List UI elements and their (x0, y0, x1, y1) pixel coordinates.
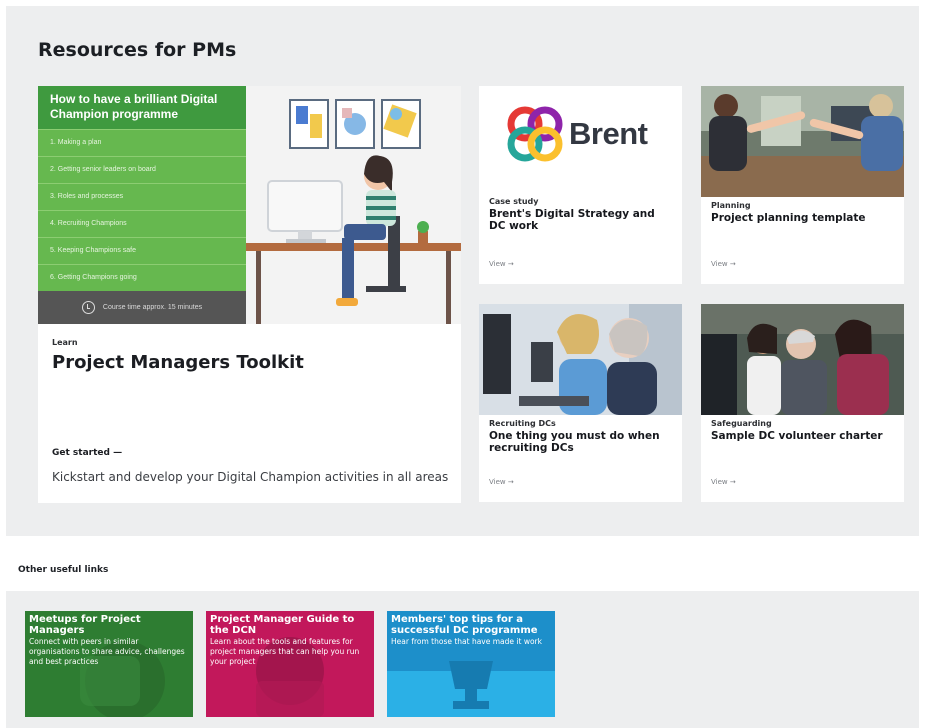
card-title[interactable]: Sample DC volunteer charter (711, 430, 894, 442)
course-item: 1. Making a plan (38, 129, 246, 156)
course-item: 4. Recruiting Champions (38, 210, 246, 237)
toolkit-image: How to have a brilliant Digital Champion… (38, 86, 461, 324)
toolkit-title[interactable]: Project Managers Toolkit (52, 352, 452, 373)
course-title: How to have a brilliant Digital Champion… (38, 86, 246, 129)
tile-body: Meetups for Project Managers Connect wit… (29, 614, 189, 667)
card-category: Recruiting DCs (489, 419, 556, 428)
card-body: Recruiting DCs One thing you must do whe… (479, 419, 682, 454)
tile-body: Members' top tips for a successful DC pr… (391, 614, 551, 647)
photo-people-fist-bump (701, 86, 904, 197)
course-time-bar: Course time approx. 15 minutes (38, 291, 246, 324)
view-link[interactable]: View → (489, 478, 514, 486)
card-category: Learn (52, 338, 78, 347)
brent-logo: Brent (479, 86, 682, 197)
toolkit-card[interactable]: How to have a brilliant Digital Champion… (38, 86, 461, 503)
view-link[interactable]: View → (711, 260, 736, 268)
view-link[interactable]: View → (489, 260, 514, 268)
resource-card-planning[interactable]: Planning Project planning template View … (701, 86, 904, 284)
card-category: Case study (489, 197, 539, 206)
illustration-woman-at-desk (246, 86, 461, 324)
course-item: 3. Roles and processes (38, 183, 246, 210)
course-item: 5. Keeping Champions safe (38, 237, 246, 264)
card-title[interactable]: One thing you must do when recruiting DC… (489, 430, 672, 454)
tile-description: Connect with peers in similar organisati… (29, 637, 185, 666)
tile-title: Members' top tips for a successful DC pr… (391, 614, 538, 636)
card-body: Case study Brent's Digital Strategy and … (479, 197, 682, 232)
course-item: 6. Getting Champions going (38, 264, 246, 291)
toolkit-description: Kickstart and develop your Digital Champ… (52, 470, 449, 484)
photo-group-at-computer (701, 304, 904, 415)
tile-body: Project Manager Guide to the DCN Learn a… (210, 614, 370, 667)
tile-description: Hear from those that have made it work (391, 637, 542, 646)
section-title: Resources for PMs (38, 39, 237, 61)
card-title[interactable]: Project planning template (711, 212, 894, 224)
tile-description: Learn about the tools and features for p… (210, 637, 360, 666)
tile-title: Meetups for Project Managers (29, 614, 141, 636)
card-title[interactable]: Brent's Digital Strategy and DC work (489, 208, 672, 232)
link-tile-meetups[interactable]: Meetups for Project Managers Connect wit… (25, 611, 193, 717)
resource-card-brent[interactable]: Brent Case study Brent's Digital Strateg… (479, 86, 682, 284)
get-started-link[interactable]: Get started — (52, 448, 122, 458)
photo-women-at-computer (479, 304, 682, 415)
card-category: Safeguarding (711, 419, 772, 428)
resource-card-safeguarding[interactable]: Safeguarding Sample DC volunteer charter… (701, 304, 904, 502)
link-tile-top-tips[interactable]: Members' top tips for a successful DC pr… (387, 611, 555, 717)
course-item: 2. Getting senior leaders on board (38, 156, 246, 183)
resource-card-recruiting[interactable]: Recruiting DCs One thing you must do whe… (479, 304, 682, 502)
card-category: Planning (711, 201, 751, 210)
resources-panel: Resources for PMs How to have a brillian… (6, 6, 919, 536)
brent-logo-mark (507, 106, 563, 162)
other-links-heading: Other useful links (18, 565, 109, 575)
view-link[interactable]: View → (711, 478, 736, 486)
tile-title: Project Manager Guide to the DCN (210, 614, 355, 636)
brent-logo-text: Brent (569, 116, 648, 151)
toolkit-text: Learn Project Managers Toolkit (52, 338, 452, 373)
clock-icon (81, 301, 95, 314)
card-body: Planning Project planning template (701, 201, 904, 224)
course-menu: How to have a brilliant Digital Champion… (38, 86, 246, 324)
link-tile-guide[interactable]: Project Manager Guide to the DCN Learn a… (206, 611, 374, 717)
card-body: Safeguarding Sample DC volunteer charter (701, 419, 904, 442)
course-time: Course time approx. 15 minutes (102, 304, 203, 311)
